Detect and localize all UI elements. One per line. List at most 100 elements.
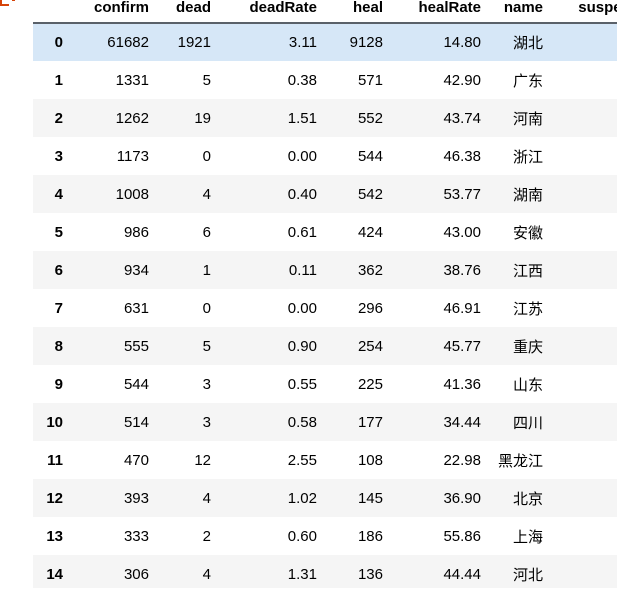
cell-name: 湖北 (512, 34, 543, 52)
table-body: 06168219213.11912814.80湖北01133150.385714… (33, 23, 617, 593)
cell-confirm: 333 (123, 527, 149, 545)
cell-dead: 19 (194, 109, 211, 127)
table-row[interactable]: 6 934 1 0.11 362 38.76 江西 0 (33, 251, 617, 289)
cell-suspect: 0 (551, 289, 617, 327)
cell-dead: 3 (202, 413, 211, 431)
table-row[interactable]: 13 333 2 0.60 186 55.86 上海 0 (33, 517, 617, 555)
table-row[interactable]: 1 1331 5 0.38 571 42.90 广东 0 (33, 61, 617, 99)
table-row[interactable]: 14 306 4 1.31 136 44.44 河北 0 (33, 555, 617, 593)
row-index-cell: 2 (54, 109, 63, 127)
cell-heal: 544 (357, 147, 383, 165)
column-header-suspect[interactable]: suspect (551, 0, 617, 23)
cell-name: 江苏 (512, 299, 543, 318)
cell-healrate: 53.77 (443, 185, 481, 203)
cell-name: 安徽 (512, 223, 543, 242)
cell-deadrate: 0.60 (287, 527, 317, 545)
table-row[interactable]: 5 986 6 0.61 424 43.00 安徽 0 (33, 213, 617, 251)
cell-heal: 424 (357, 223, 383, 241)
cell-deadrate: 1.51 (287, 109, 317, 127)
cell-dead: 0 (202, 147, 211, 165)
cell-name: 江西 (512, 261, 543, 280)
cell-dead: 4 (202, 185, 211, 203)
row-index-cell: 12 (46, 489, 63, 507)
column-header-dead[interactable]: dead (157, 0, 219, 23)
cell-heal: 362 (357, 261, 383, 279)
cell-deadrate: 0.38 (287, 71, 317, 89)
cell-deadrate: 0.55 (287, 375, 317, 393)
cell-suspect: 0 (551, 441, 617, 479)
cell-dead: 3 (202, 375, 211, 393)
table-row[interactable]: 11 470 12 2.55 108 22.98 黑龙江 0 (33, 441, 617, 479)
cell-confirm: 544 (123, 375, 149, 393)
cell-dead: 2 (202, 527, 211, 545)
cell-heal: 552 (357, 109, 383, 127)
cell-confirm: 306 (123, 565, 149, 583)
cell-healrate: 14.80 (443, 34, 481, 51)
cell-healrate: 43.74 (443, 109, 481, 127)
column-header-healrate[interactable]: healRate (391, 0, 489, 23)
row-index-cell: 4 (54, 185, 63, 203)
row-index-cell: 0 (54, 34, 63, 51)
cell-confirm: 1173 (116, 147, 149, 165)
cell-confirm: 393 (123, 489, 149, 507)
cell-confirm: 61682 (107, 34, 149, 51)
row-index-cell: 9 (54, 375, 63, 393)
cell-name: 浙江 (512, 147, 543, 166)
row-index-cell: 8 (54, 337, 63, 355)
cell-dead: 5 (202, 71, 211, 89)
table-row[interactable]: 3 1173 0 0.00 544 46.38 浙江 0 (33, 137, 617, 175)
cell-healrate: 42.90 (443, 71, 481, 89)
cell-deadrate: 0.40 (287, 185, 317, 203)
jupyter-output-prompt (0, 0, 26, 6)
row-index-cell: 6 (54, 261, 63, 279)
cell-healrate: 22.98 (443, 451, 481, 469)
table-row[interactable]: 9 544 3 0.55 225 41.36 山东 0 (33, 365, 617, 403)
table-row[interactable]: 4 1008 4 0.40 542 53.77 湖南 0 (33, 175, 617, 213)
cell-confirm: 986 (123, 223, 149, 241)
cell-heal: 136 (357, 565, 383, 583)
dataframe-table: confirm dead deadRate heal healRate name… (33, 0, 617, 593)
cell-dead: 12 (194, 451, 211, 469)
cell-suspect: 0 (551, 137, 617, 175)
output-prompt-colon-icon (12, 0, 15, 1)
table-row[interactable]: 10 514 3 0.58 177 34.44 四川 0 (33, 403, 617, 441)
column-header-deadrate[interactable]: deadRate (219, 0, 325, 23)
cell-name: 四川 (512, 413, 543, 432)
table-row[interactable]: 855550.9025445.77重庆0 (33, 327, 617, 365)
cell-name: 山东 (512, 375, 543, 394)
cell-healrate: 34.44 (443, 413, 481, 431)
row-index-cell: 10 (46, 413, 63, 431)
column-header-name[interactable]: name (489, 0, 551, 23)
cell-suspect: 0 (551, 213, 617, 251)
column-header-confirm[interactable]: confirm (71, 0, 157, 23)
row-index-cell: 1 (54, 71, 63, 89)
cell-deadrate: 0.90 (287, 337, 317, 355)
table-row[interactable]: 7 631 0 0.00 296 46.91 江苏 0 (33, 289, 617, 327)
cell-heal: 108 (357, 451, 383, 469)
row-index-cell: 13 (46, 527, 63, 545)
cell-healrate: 46.91 (443, 299, 481, 317)
column-header-index[interactable] (33, 0, 71, 23)
table-row[interactable]: 2 1262 19 1.51 552 43.74 河南 0 (33, 99, 617, 137)
cell-heal: 254 (357, 337, 383, 355)
cell-suspect: 0 (551, 517, 617, 555)
cell-confirm: 631 (123, 299, 149, 317)
table-header: confirm dead deadRate heal healRate name… (33, 0, 617, 23)
cell-suspect: 0 (551, 175, 617, 213)
cell-deadrate: 0.00 (287, 147, 317, 165)
cell-suspect: 0 (551, 403, 617, 441)
table-row[interactable]: 12 393 4 1.02 145 36.90 北京 0 (33, 479, 617, 517)
column-header-heal[interactable]: heal (325, 0, 391, 23)
cell-suspect: 0 (551, 23, 617, 61)
cell-heal: 9128 (349, 34, 383, 51)
cell-dead: 4 (202, 489, 211, 507)
cell-healrate: 55.86 (443, 527, 481, 545)
cell-dead: 5 (202, 337, 211, 355)
cell-heal: 145 (357, 489, 383, 507)
cell-dead: 4 (202, 565, 211, 583)
cell-deadrate: 2.55 (287, 451, 317, 469)
cell-healrate: 44.44 (443, 565, 481, 583)
cell-name: 上海 (512, 527, 543, 546)
cell-heal: 186 (357, 527, 383, 545)
table-row[interactable]: 0 61682 1921 3.11 9128 14.80 湖北 0 (33, 23, 617, 61)
